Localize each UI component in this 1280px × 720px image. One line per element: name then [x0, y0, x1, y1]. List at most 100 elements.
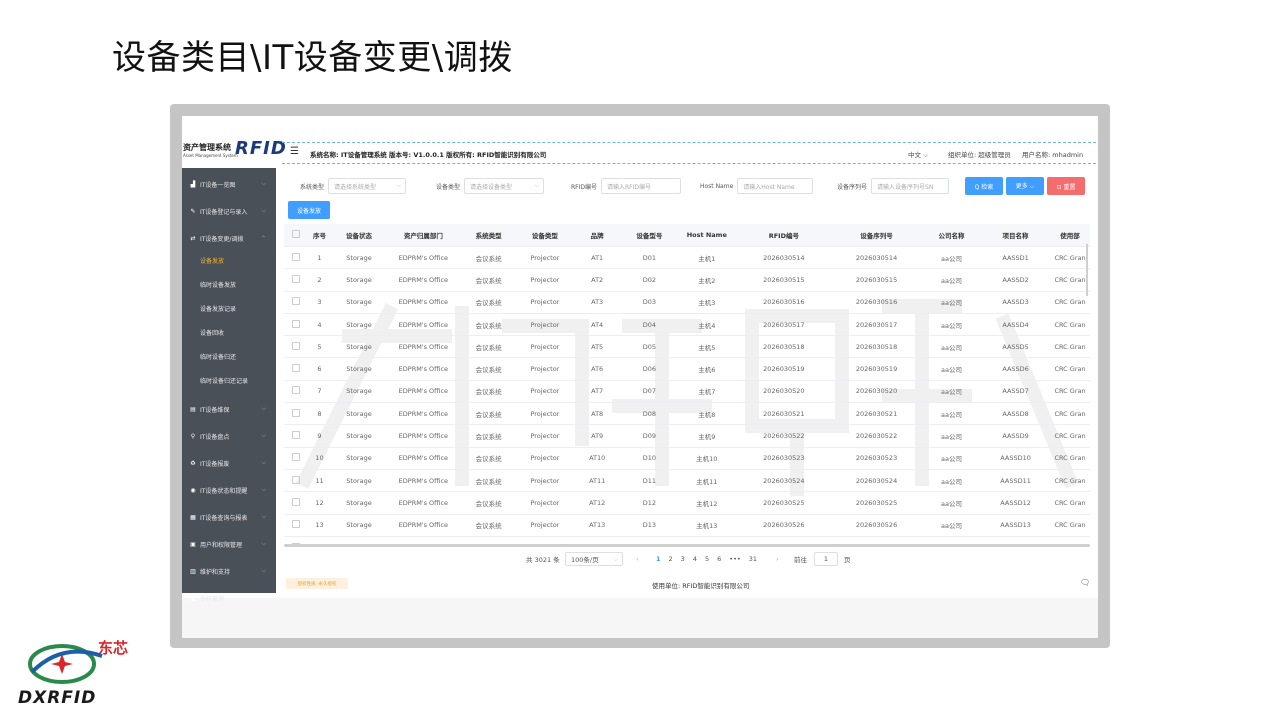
- column-header[interactable]: 序号: [307, 224, 332, 247]
- table-row[interactable]: 5 Storage EDPRM's Office 会议系统 Projector AT5 D0…: [284, 335, 1090, 359]
- sidebar-item-8[interactable]: ▦ IT设备查询与报表 ⌵: [182, 506, 276, 528]
- row-checkbox-cell[interactable]: [284, 380, 308, 404]
- row-checkbox-cell[interactable]: [284, 357, 308, 381]
- row-checkbox[interactable]: [291, 475, 300, 484]
- column-header[interactable]: [284, 224, 308, 247]
- row-checkbox[interactable]: [291, 341, 300, 350]
- table-row[interactable]: 3 Storage EDPRM's Office 会议系统 Projector AT3 D0…: [284, 291, 1090, 314]
- page-number[interactable]: 4: [693, 555, 697, 563]
- row-checkbox[interactable]: [291, 364, 300, 373]
- row-checkbox-cell[interactable]: [284, 491, 308, 515]
- sidebar-item-1[interactable]: ▟ IT设备一览图 ⌵: [182, 173, 276, 195]
- menu-icon[interactable]: ☰: [290, 147, 299, 157]
- table-row[interactable]: 2 Storage EDPRM's Office 会议系统 Projector AT2 D0…: [284, 268, 1090, 292]
- table-row[interactable]: 10 Storage EDPRM's Office 会议系统 Projector AT10…: [284, 447, 1090, 470]
- sidebar-item-7[interactable]: ◉ IT设备状态和提醒 ⌵: [182, 479, 276, 501]
- more-button[interactable]: 更多 ⌵: [1006, 177, 1044, 195]
- row-checkbox-cell[interactable]: [284, 469, 308, 493]
- row-checkbox[interactable]: [291, 520, 300, 529]
- page-size-select[interactable]: 100条/页 ⌵: [565, 552, 623, 566]
- reset-button[interactable]: ⊡ 重置: [1047, 177, 1085, 195]
- row-checkbox-cell[interactable]: [284, 246, 308, 270]
- column-header[interactable]: 品牌: [572, 224, 622, 247]
- page-number[interactable]: 2: [669, 555, 673, 563]
- page-number[interactable]: •••: [729, 555, 741, 563]
- column-header[interactable]: 系统类型: [460, 224, 518, 247]
- row-checkbox-cell[interactable]: [284, 424, 308, 448]
- system-type-select[interactable]: 请选择系统类型 ⌵: [328, 178, 407, 194]
- page-number[interactable]: 5: [705, 555, 709, 563]
- table-row[interactable]: 7 Storage EDPRM's Office 会议系统 Projector AT7 D0…: [284, 380, 1090, 404]
- sidebar-item-10[interactable]: ▥ 维护和支持 ⌵: [182, 560, 276, 582]
- sidebar-subitem-2[interactable]: 临时设备发放: [200, 280, 236, 289]
- rfid-input[interactable]: 请输入RFID编号: [601, 178, 682, 194]
- column-header[interactable]: 资产归属部门: [386, 224, 461, 247]
- search-button[interactable]: Q 检索: [965, 177, 1003, 195]
- sidebar-item-2[interactable]: ✎ IT设备登记与录入 ⌵: [182, 200, 276, 222]
- row-checkbox[interactable]: [291, 431, 300, 440]
- column-header[interactable]: RFID编号: [736, 224, 832, 247]
- host-input[interactable]: 请输入Host Name: [737, 178, 814, 194]
- device-type-select[interactable]: 请选择设备类型 ⌵: [464, 178, 545, 194]
- sidebar-item-4[interactable]: ▤ IT设备维保 ⌵: [182, 398, 276, 420]
- row-checkbox[interactable]: [291, 497, 300, 506]
- pagination-next[interactable]: ›: [776, 552, 779, 566]
- row-checkbox[interactable]: [291, 319, 300, 328]
- table-row[interactable]: 6 Storage EDPRM's Office 会议系统 Projector AT6 D0…: [284, 357, 1090, 381]
- horizontal-scrollbar[interactable]: [284, 544, 1090, 547]
- column-header[interactable]: 项目名称: [981, 224, 1051, 247]
- row-checkbox[interactable]: [291, 386, 300, 395]
- message-icon[interactable]: 🗨: [1080, 578, 1090, 587]
- column-header[interactable]: 设备序列号: [831, 224, 922, 247]
- select-all-checkbox[interactable]: [291, 230, 300, 238]
- sn-input[interactable]: 请输入设备序列号SN: [871, 178, 950, 194]
- row-checkbox-cell[interactable]: [284, 447, 308, 470]
- issue-device-button[interactable]: 设备发放: [288, 201, 330, 219]
- row-checkbox[interactable]: [291, 453, 300, 462]
- row-checkbox-cell[interactable]: [284, 514, 308, 537]
- page-number[interactable]: 1: [656, 555, 661, 563]
- sidebar-item-5[interactable]: ⚲ IT设备盘点 ⌵: [182, 425, 276, 447]
- sidebar-item-11[interactable]: ▲ 授权管理: [182, 587, 276, 609]
- system-type-label: 系统类型: [300, 183, 325, 191]
- sidebar-subitem-5[interactable]: 临时设备归还: [200, 352, 236, 361]
- table-cell: CRC Gran: [1050, 514, 1090, 537]
- pagination-prev[interactable]: ‹: [636, 552, 639, 566]
- row-checkbox[interactable]: [291, 252, 300, 261]
- sidebar-item-9[interactable]: ▣ 用户和权限管理 ⌵: [182, 533, 276, 555]
- language-select[interactable]: 中文 ⌵: [908, 149, 928, 160]
- table-cell: 主机3: [677, 291, 737, 314]
- page-number[interactable]: 6: [717, 555, 721, 563]
- column-header[interactable]: Host Name: [677, 224, 737, 247]
- page-number[interactable]: 31: [749, 555, 757, 563]
- row-checkbox[interactable]: [291, 274, 300, 283]
- table-row[interactable]: 11 Storage EDPRM's Office 会议系统 Projector AT11…: [284, 469, 1090, 493]
- sidebar-subitem-1[interactable]: 设备发放: [200, 256, 224, 265]
- column-header[interactable]: 设备型号: [621, 224, 678, 247]
- table-row[interactable]: 13 Storage EDPRM's Office 会议系统 Projector AT13…: [284, 514, 1090, 537]
- table-row[interactable]: 4 Storage EDPRM's Office 会议系统 Projector AT4 D0…: [284, 313, 1090, 337]
- row-checkbox[interactable]: [291, 297, 300, 306]
- sidebar-subitem-4[interactable]: 设备回收: [200, 328, 224, 337]
- column-header[interactable]: 设备类型: [517, 224, 573, 247]
- sidebar-subitem-6[interactable]: 临时设备归还记录: [200, 376, 248, 385]
- vertical-scrollbar[interactable]: [1086, 244, 1088, 296]
- table-row[interactable]: 8 Storage EDPRM's Office 会议系统 Projector AT8 D0…: [284, 402, 1090, 426]
- row-checkbox[interactable]: [291, 408, 300, 417]
- sidebar-item-6[interactable]: ♻ IT设备报废 ⌵: [182, 452, 276, 474]
- table-row[interactable]: 12 Storage EDPRM's Office 会议系统 Projector AT12…: [284, 491, 1090, 515]
- table-row[interactable]: 1 Storage EDPRM's Office 会议系统 Projector AT1 D0…: [284, 246, 1090, 270]
- column-header[interactable]: 设备状态: [331, 224, 387, 247]
- sidebar-item-3[interactable]: ⇄ IT设备变更/调拨 ⌃: [182, 227, 276, 249]
- goto-input[interactable]: 1: [814, 552, 838, 566]
- table-row[interactable]: 9 Storage EDPRM's Office 会议系统 Projector AT9 D0…: [284, 424, 1090, 448]
- column-header[interactable]: 使用部: [1050, 224, 1090, 247]
- row-checkbox-cell[interactable]: [284, 313, 308, 337]
- row-checkbox-cell[interactable]: [284, 335, 308, 359]
- sidebar-subitem-3[interactable]: 设备发放记录: [200, 304, 236, 313]
- column-header[interactable]: 公司名称: [921, 224, 982, 247]
- row-checkbox-cell[interactable]: [284, 291, 308, 314]
- row-checkbox-cell[interactable]: [284, 402, 308, 426]
- page-number[interactable]: 3: [681, 555, 685, 563]
- row-checkbox-cell[interactable]: [284, 268, 308, 292]
